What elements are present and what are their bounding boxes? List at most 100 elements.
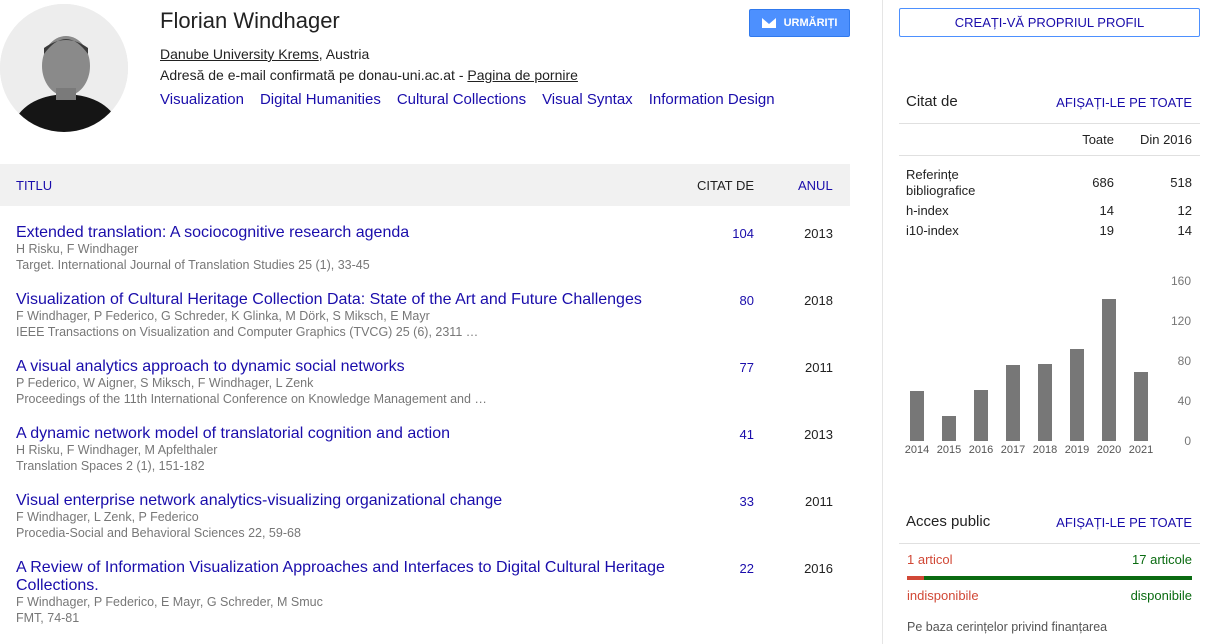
- cited-count[interactable]: 77: [700, 360, 754, 375]
- chart-bar-2014[interactable]: [910, 391, 924, 441]
- available-label: disponibile: [1130, 588, 1192, 603]
- x-tick-label: 2021: [1129, 444, 1153, 456]
- column-divider: [882, 0, 883, 644]
- chart-bar-2018[interactable]: [1038, 364, 1052, 441]
- sort-title-header[interactable]: TITLU: [16, 178, 52, 193]
- stat-label-citations: Referințe bibliografice: [906, 167, 976, 198]
- divider: [899, 543, 1200, 544]
- y-tick-label: 120: [1171, 314, 1191, 328]
- article-year: 2018: [804, 293, 833, 308]
- envelope-icon: [761, 18, 776, 28]
- interest-digital-humanities[interactable]: Digital Humanities: [260, 91, 381, 108]
- interests-list: Visualization Digital Humanities Cultura…: [160, 91, 775, 108]
- follow-button[interactable]: URMĂRIȚI: [749, 9, 850, 37]
- article-authors: F Windhager, P Federico, E Mayr, G Schre…: [16, 595, 323, 609]
- article-authors: F Windhager, P Federico, G Schreder, K G…: [16, 309, 430, 323]
- x-tick-label: 2020: [1097, 444, 1121, 456]
- cited-count[interactable]: 22: [700, 561, 754, 576]
- article-year: 2013: [804, 427, 833, 442]
- article-venue: Procedia-Social and Behavioral Sciences …: [16, 526, 301, 540]
- chart-bar-2021[interactable]: [1134, 372, 1148, 441]
- articles-table-header: TITLU CITAT DE ANUL: [0, 164, 850, 206]
- chart-bar-2019[interactable]: [1070, 349, 1084, 441]
- article-year: 2016: [804, 561, 833, 576]
- create-profile-button[interactable]: CREAȚI-VĂ PROPRIUL PROFIL: [899, 8, 1200, 37]
- cited-count[interactable]: 33: [700, 494, 754, 509]
- article-authors: H Risku, F Windhager, M Apfelthaler: [16, 443, 218, 457]
- interest-visualization[interactable]: Visualization: [160, 91, 244, 108]
- divider: [899, 123, 1200, 124]
- article-authors: F Windhager, L Zenk, P Federico: [16, 510, 199, 524]
- available-count[interactable]: 17 articole: [1132, 552, 1192, 567]
- stat-label-i10: i10-index: [906, 223, 959, 238]
- show-all-access-link[interactable]: AFIȘAȚI-LE PE TOATE: [1056, 515, 1192, 530]
- y-tick-label: 80: [1178, 354, 1192, 368]
- interest-visual-syntax[interactable]: Visual Syntax: [542, 91, 633, 108]
- unavailable-bar: [907, 576, 924, 580]
- stat-hindex-since: 12: [1177, 203, 1192, 218]
- citations-chart: 160 120 80 40 0 2014 2015 2016 2017 2018 2019 2020 2…: [905, 274, 1192, 456]
- affiliation: Danube University Krems, Austria: [160, 46, 369, 62]
- email-text: Adresă de e-mail confirmată pe donau-uni…: [160, 67, 468, 83]
- available-bar: [924, 576, 1192, 580]
- article-venue: Target. International Journal of Transla…: [16, 258, 370, 272]
- col-all-header: Toate: [1082, 132, 1114, 147]
- cited-count[interactable]: 41: [700, 427, 754, 442]
- chart-bar-2017[interactable]: [1006, 365, 1020, 441]
- article-year: 2011: [805, 360, 833, 375]
- article-authors: H Risku, F Windhager: [16, 242, 139, 256]
- cited-by-heading: Citat de: [906, 93, 958, 110]
- interest-information-design[interactable]: Information Design: [649, 91, 775, 108]
- x-tick-label: 2019: [1065, 444, 1089, 456]
- article-title[interactable]: Extended translation: A sociocognitive r…: [16, 224, 676, 242]
- chart-bar-2020[interactable]: [1102, 299, 1116, 441]
- article-authors: P Federico, W Aigner, S Miksch, F Windha…: [16, 376, 314, 390]
- article-year: 2013: [804, 226, 833, 241]
- funding-note: Pe baza cerințelor privind finanțarea: [907, 620, 1108, 634]
- sort-cited-header[interactable]: CITAT DE: [697, 178, 754, 193]
- x-tick-label: 2018: [1033, 444, 1057, 456]
- article-title[interactable]: A visual analytics approach to dynamic s…: [16, 358, 676, 376]
- stat-citations-since: 518: [1170, 175, 1192, 190]
- public-access-heading: Acces public: [906, 513, 991, 530]
- interest-cultural-collections[interactable]: Cultural Collections: [397, 91, 526, 108]
- article-year: 2011: [805, 494, 833, 509]
- article-venue: Proceedings of the 11th International Co…: [16, 392, 487, 406]
- stat-citations-all: 686: [1092, 175, 1114, 190]
- sort-year-header[interactable]: ANUL: [798, 178, 833, 193]
- article-title[interactable]: Visual enterprise network analytics-visu…: [16, 492, 676, 510]
- y-tick-label: 0: [1184, 434, 1191, 448]
- y-tick-label: 160: [1171, 274, 1191, 288]
- article-title[interactable]: A dynamic network model of translatorial…: [16, 425, 676, 443]
- cited-count[interactable]: 80: [700, 293, 754, 308]
- email-info: Adresă de e-mail confirmată pe donau-uni…: [160, 67, 578, 83]
- article-venue: FMT, 74-81: [16, 611, 80, 625]
- x-tick-label: 2017: [1001, 444, 1025, 456]
- chart-bar-2016[interactable]: [974, 390, 988, 441]
- stat-i10-since: 14: [1177, 223, 1192, 238]
- y-tick-label: 40: [1178, 394, 1192, 408]
- x-tick-label: 2016: [969, 444, 993, 456]
- affiliation-country: , Austria: [318, 46, 370, 62]
- stat-label-hindex: h-index: [906, 203, 949, 218]
- article-venue: Translation Spaces 2 (1), 151-182: [16, 459, 205, 473]
- stat-hindex-all: 14: [1099, 203, 1114, 218]
- article-title[interactable]: Visualization of Cultural Heritage Colle…: [16, 291, 676, 309]
- article-venue: IEEE Transactions on Visualization and C…: [16, 325, 479, 339]
- divider: [899, 155, 1200, 156]
- chart-bar-2015[interactable]: [942, 416, 956, 441]
- follow-label: URMĂRIȚI: [783, 17, 838, 29]
- article-title[interactable]: A Review of Information Visualization Ap…: [16, 559, 676, 595]
- show-all-citations-link[interactable]: AFIȘAȚI-LE PE TOATE: [1056, 95, 1192, 110]
- x-tick-label: 2015: [937, 444, 961, 456]
- avatar: [0, 4, 128, 132]
- unavailable-count[interactable]: 1 articol: [907, 552, 953, 567]
- homepage-link[interactable]: Pagina de pornire: [467, 67, 578, 83]
- stat-i10-all: 19: [1099, 223, 1114, 238]
- cited-count[interactable]: 104: [700, 226, 754, 241]
- col-since-header: Din 2016: [1139, 132, 1192, 147]
- unavailable-label: indisponibile: [907, 588, 979, 603]
- x-tick-label: 2014: [905, 444, 929, 456]
- profile-photo: [0, 4, 128, 132]
- affiliation-link[interactable]: Danube University Krems: [160, 46, 319, 62]
